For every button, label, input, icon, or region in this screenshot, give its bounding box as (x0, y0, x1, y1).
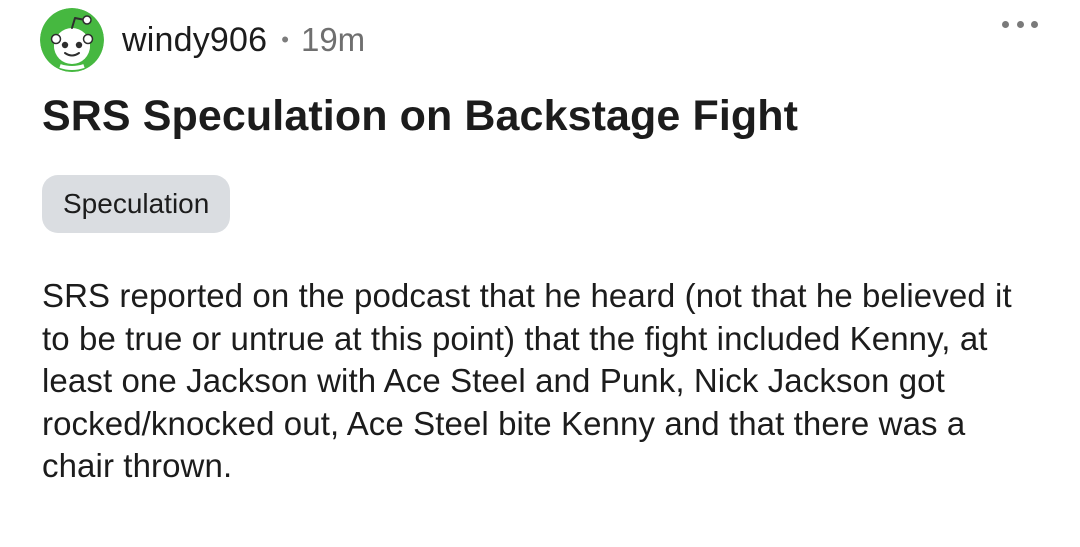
author-username[interactable]: windy906 (122, 20, 267, 60)
menu-dot (1031, 20, 1038, 28)
menu-dot (1016, 20, 1024, 28)
more-options-icon[interactable] (1002, 14, 1038, 34)
post-title[interactable]: SRS Speculation on Backstage Fight (42, 88, 798, 144)
post-timestamp: 19m (300, 21, 366, 58)
post-header: windy906 • 19m (40, 8, 365, 72)
meta-separator: • (281, 27, 289, 52)
post-body-text: SRS reported on the podcast that he hear… (42, 277, 1012, 484)
snoo-avatar-icon[interactable] (40, 8, 104, 72)
post-card[interactable]: windy906 • 19m SRS Speculation on Backst… (0, 0, 1080, 547)
menu-dot (1002, 20, 1009, 28)
post-flair-badge[interactable]: Speculation (42, 175, 231, 233)
